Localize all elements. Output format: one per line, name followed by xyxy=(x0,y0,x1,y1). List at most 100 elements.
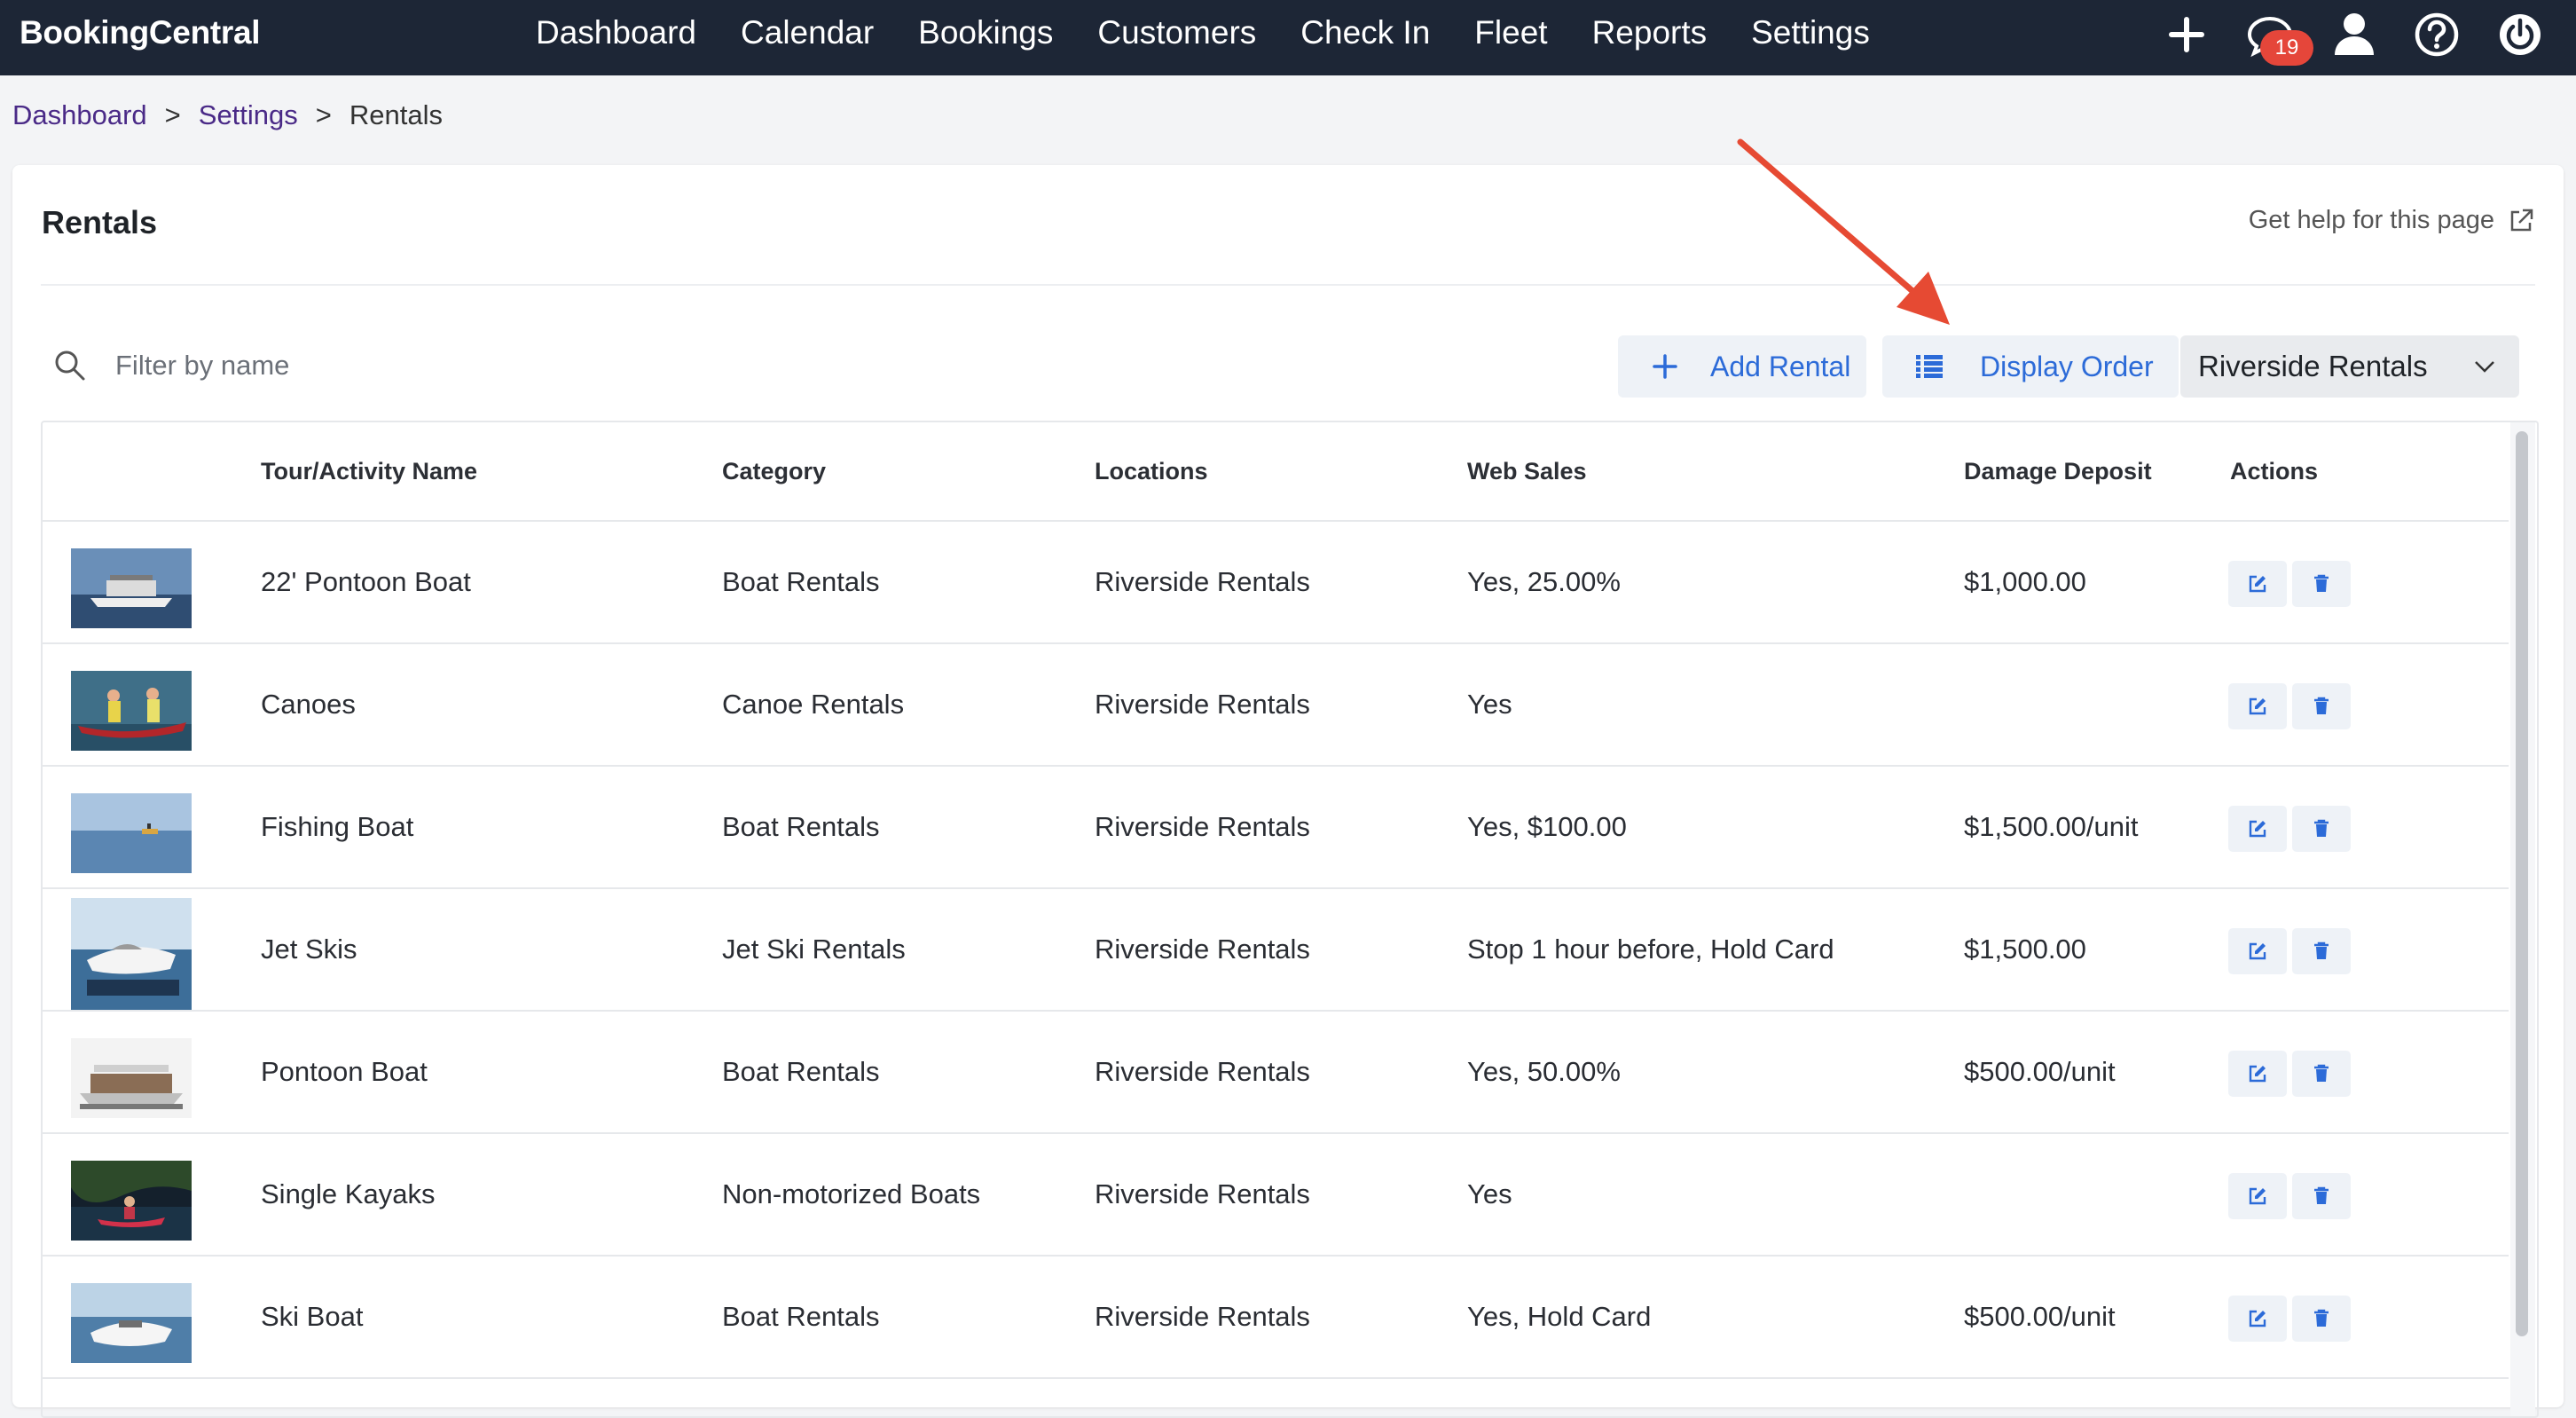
trash-icon xyxy=(2314,574,2329,592)
pontoon-boat-thumbnail xyxy=(71,1038,192,1118)
nav-settings[interactable]: Settings xyxy=(1751,0,1870,66)
rental-name[interactable]: Fishing Boat xyxy=(261,767,413,887)
nav-customers[interactable]: Customers xyxy=(1097,0,1256,66)
breadcrumb-separator: > xyxy=(164,99,181,130)
table-row[interactable]: Pontoon Boat Boat Rentals Riverside Rent… xyxy=(43,1012,2509,1134)
rental-name[interactable]: Pontoon Boat xyxy=(261,1012,428,1132)
rental-category: Boat Rentals xyxy=(722,1056,880,1087)
rental-name[interactable]: Jet Skis xyxy=(261,889,357,1010)
nav-check-in[interactable]: Check In xyxy=(1300,0,1430,66)
table-row[interactable]: Single Kayaks Non-motorized Boats Rivers… xyxy=(43,1134,2509,1257)
breadcrumb-settings[interactable]: Settings xyxy=(199,93,298,138)
delete-button[interactable] xyxy=(2292,683,2351,729)
nav-bookings[interactable]: Bookings xyxy=(918,0,1053,66)
header-damage-deposit[interactable]: Damage Deposit xyxy=(1964,422,2152,520)
trash-icon xyxy=(2314,1064,2329,1082)
scrollbar-thumb[interactable] xyxy=(2516,431,2528,1336)
rental-location: Riverside Rentals xyxy=(1095,1178,1310,1209)
edit-button[interactable] xyxy=(2228,928,2287,974)
rental-web-sales: Stop 1 hour before, Hold Card xyxy=(1467,934,1834,965)
breadcrumb-separator: > xyxy=(315,99,332,130)
edit-icon xyxy=(2249,1187,2266,1205)
edit-icon xyxy=(2249,942,2266,960)
canoe-thumbnail xyxy=(71,671,192,751)
brand-logo[interactable]: BookingCentral xyxy=(20,0,261,66)
edit-button[interactable] xyxy=(2228,806,2287,852)
add-rental-label: Add Rental xyxy=(1710,350,1851,382)
list-icon xyxy=(1916,355,1943,378)
table-row[interactable]: Canoes Canoe Rentals Riverside Rentals Y… xyxy=(43,644,2509,767)
rental-deposit: $500.00/unit xyxy=(1964,1301,2116,1332)
header-web-sales[interactable]: Web Sales xyxy=(1467,422,1587,520)
pontoon-boat-thumbnail xyxy=(71,548,192,628)
nav-calendar[interactable]: Calendar xyxy=(741,0,874,66)
table-row[interactable]: Ski Boat Boat Rentals Riverside Rentals … xyxy=(43,1257,2509,1379)
header-locations[interactable]: Locations xyxy=(1095,422,1208,520)
location-select[interactable]: Riverside Rentals xyxy=(2180,335,2519,398)
trash-icon xyxy=(2314,697,2329,714)
help-link-label: Get help for this page xyxy=(2248,206,2494,234)
breadcrumb: Dashboard > Settings > Rentals xyxy=(12,93,443,138)
ski-boat-thumbnail xyxy=(71,1283,192,1363)
edit-icon xyxy=(2249,1310,2266,1327)
help-icon[interactable] xyxy=(2411,9,2462,60)
location-select-value: Riverside Rentals xyxy=(2198,350,2428,382)
rental-name[interactable]: Canoes xyxy=(261,644,356,765)
rental-location: Riverside Rentals xyxy=(1095,934,1310,965)
delete-button[interactable] xyxy=(2292,928,2351,974)
trash-icon xyxy=(2314,1186,2329,1204)
edit-icon xyxy=(2249,697,2266,715)
table-row[interactable]: Jet Skis Jet Ski Rentals Riverside Renta… xyxy=(43,889,2509,1012)
edit-button[interactable] xyxy=(2228,561,2287,607)
header-category[interactable]: Category xyxy=(722,422,826,520)
power-icon[interactable] xyxy=(2494,9,2546,60)
rental-category: Non-motorized Boats xyxy=(722,1178,981,1209)
edit-button[interactable] xyxy=(2228,1296,2287,1342)
filter-input[interactable] xyxy=(114,349,738,382)
nav-reports[interactable]: Reports xyxy=(1592,0,1708,66)
table-row[interactable]: 22' Pontoon Boat Boat Rentals Riverside … xyxy=(43,522,2509,644)
rental-name[interactable]: Ski Boat xyxy=(261,1257,363,1377)
add-rental-button[interactable]: Add Rental xyxy=(1618,335,1866,398)
user-icon[interactable] xyxy=(2329,9,2380,60)
rental-deposit: $1,500.00/unit xyxy=(1964,811,2139,842)
display-order-button[interactable]: Display Order xyxy=(1882,335,2179,398)
nav-dashboard[interactable]: Dashboard xyxy=(536,0,696,66)
delete-button[interactable] xyxy=(2292,1296,2351,1342)
plus-icon[interactable] xyxy=(2161,9,2212,60)
rental-name[interactable]: 22' Pontoon Boat xyxy=(261,522,471,642)
trash-icon xyxy=(2314,1309,2329,1327)
edit-icon xyxy=(2249,820,2266,838)
breadcrumb-current: Rentals xyxy=(349,99,443,130)
breadcrumb-dashboard[interactable]: Dashboard xyxy=(12,93,147,138)
rental-category: Boat Rentals xyxy=(722,566,880,597)
edit-button[interactable] xyxy=(2228,1051,2287,1097)
filter-box xyxy=(53,337,763,394)
search-icon xyxy=(55,351,85,381)
rental-category: Boat Rentals xyxy=(722,811,880,842)
divider xyxy=(41,284,2535,286)
help-link[interactable]: Get help for this page xyxy=(2249,206,2535,235)
nav-fleet[interactable]: Fleet xyxy=(1474,0,1547,66)
notification-badge[interactable]: 19 xyxy=(2260,30,2313,66)
edit-icon xyxy=(2249,1065,2266,1083)
rental-deposit: $1,500.00 xyxy=(1964,934,2086,965)
delete-button[interactable] xyxy=(2292,806,2351,852)
header-name[interactable]: Tour/Activity Name xyxy=(261,422,477,520)
edit-button[interactable] xyxy=(2228,1173,2287,1219)
display-order-label: Display Order xyxy=(1980,350,2154,382)
rental-location: Riverside Rentals xyxy=(1095,1301,1310,1332)
chevron-down-icon xyxy=(2475,361,2494,373)
rental-deposit: $1,000.00 xyxy=(1964,566,2086,597)
rental-name[interactable]: Single Kayaks xyxy=(261,1134,435,1255)
rentals-table: Tour/Activity Name Category Locations We… xyxy=(41,421,2539,1418)
external-link-icon xyxy=(2510,209,2533,231)
rental-web-sales: Yes xyxy=(1467,689,1512,720)
rental-web-sales: Yes, $100.00 xyxy=(1467,811,1627,842)
table-row[interactable]: Fishing Boat Boat Rentals Riverside Rent… xyxy=(43,767,2509,889)
rental-category: Jet Ski Rentals xyxy=(722,934,906,965)
delete-button[interactable] xyxy=(2292,1051,2351,1097)
delete-button[interactable] xyxy=(2292,561,2351,607)
delete-button[interactable] xyxy=(2292,1173,2351,1219)
edit-button[interactable] xyxy=(2228,683,2287,729)
